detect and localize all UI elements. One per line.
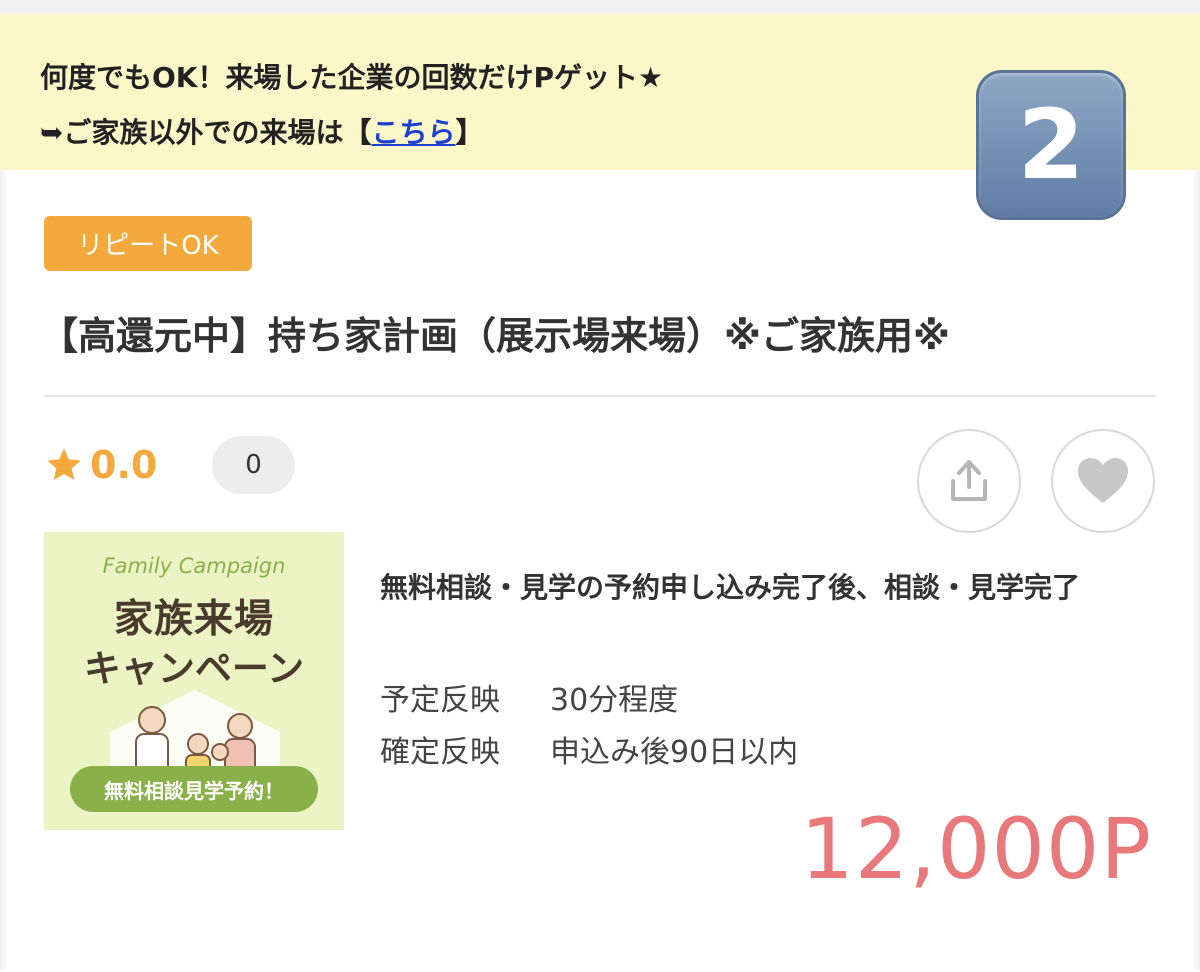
- scheduled-label: 予定反映: [380, 683, 500, 718]
- star-icon: [47, 448, 81, 480]
- favorite-button[interactable]: [1051, 429, 1155, 533]
- confirmed-label: 確定反映: [380, 735, 500, 770]
- card-edge-right: [1192, 170, 1200, 970]
- other-visitors-link[interactable]: こちら: [371, 116, 455, 149]
- campaign-banner-image[interactable]: Family Campaign 家族来場 キャンペーン 無料相談見学予約！: [44, 532, 344, 830]
- rating-score: 0.0: [90, 443, 158, 487]
- scheduled-value: 30分程度: [550, 683, 679, 718]
- notice-other-visitors: ➥ご家族以外での来場は【こちら】: [40, 111, 484, 151]
- repeat-ok-tag: リピートOK: [44, 216, 252, 271]
- number-badge: 2: [976, 70, 1126, 220]
- rating: 0.0: [44, 443, 157, 487]
- banner-english-title: Family Campaign: [102, 554, 286, 578]
- notice-suffix: 】: [455, 116, 484, 149]
- earning-condition: 無料相談・見学の予約申し込み完了後、相談・見学完了: [380, 571, 1081, 604]
- heart-icon: [1078, 458, 1128, 503]
- page-title: 【高還元中】持ち家計画（展示場来場）※ご家族用※: [40, 314, 950, 358]
- share-button[interactable]: [917, 429, 1021, 533]
- share-icon: [951, 460, 987, 501]
- number-badge-text: 2: [1017, 89, 1085, 201]
- scheduled-reflection: 予定反映 30分程度: [380, 675, 678, 719]
- review-count[interactable]: 0: [212, 436, 295, 494]
- confirmed-reflection: 確定反映 申込み後90日以内: [380, 727, 798, 771]
- banner-heading: 家族来場: [113, 597, 274, 642]
- banner-cta-pill: 無料相談見学予約！: [70, 766, 318, 812]
- card-edge-left: [0, 170, 8, 970]
- top-strip: [0, 0, 1200, 14]
- notice-prefix: ➥ご家族以外での来場は【: [40, 116, 372, 149]
- notice-text: 何度でもOK！来場した企業の回数だけPゲット★: [40, 61, 664, 94]
- reward-points: 12,000P: [800, 800, 1152, 898]
- divider: [44, 395, 1156, 397]
- confirmed-value: 申込み後90日以内: [550, 735, 799, 770]
